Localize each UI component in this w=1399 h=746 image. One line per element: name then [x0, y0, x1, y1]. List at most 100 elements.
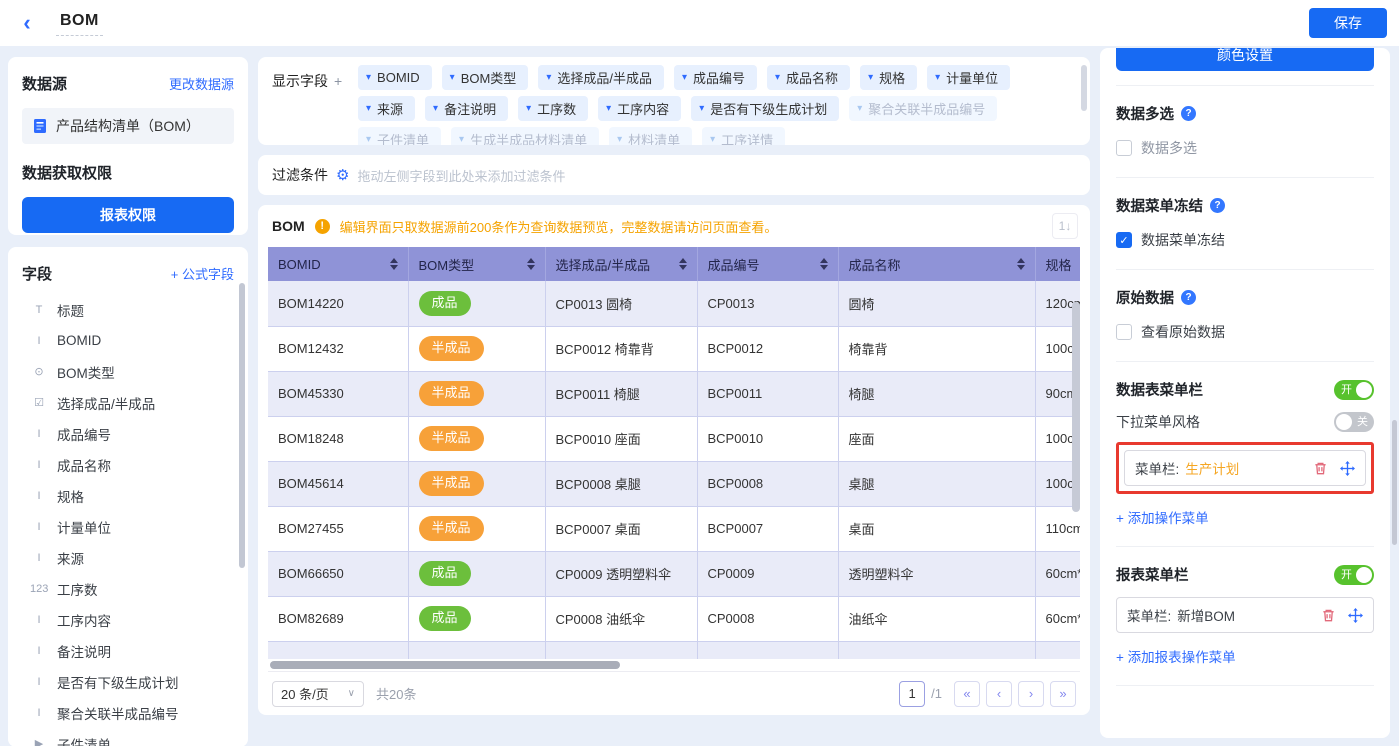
column-header-code[interactable]: 成品编号 [697, 247, 838, 281]
field-item[interactable]: I 成品编号 [22, 418, 234, 449]
field-item[interactable]: T 标题 [22, 294, 234, 325]
menu-item-value[interactable]: 生产计划 [1185, 458, 1239, 478]
field-item[interactable]: ☑ 选择成品/半成品 [22, 387, 234, 418]
page-title[interactable]: BOM [60, 12, 99, 29]
display-field-chip[interactable]: ▾ 材料清单 [609, 127, 692, 145]
column-header-bomid[interactable]: BOMID [268, 247, 408, 281]
trash-icon[interactable] [1321, 608, 1336, 623]
field-item[interactable]: I 计量单位 [22, 511, 234, 542]
field-label: 选择成品/半成品 [57, 393, 155, 413]
field-item[interactable]: I 工序内容 [22, 604, 234, 635]
table-row[interactable]: BOM27455 半成品 BCP0007 桌面 BCP0007 桌面 110cm… [268, 506, 1080, 551]
sort-order-button[interactable]: 1↓ [1052, 213, 1078, 239]
field-item[interactable]: I 成品名称 [22, 449, 234, 480]
display-field-chip[interactable]: ▾ 生成半成品材料清单 [451, 127, 599, 145]
datasource-item[interactable]: 产品结构清单（BOM） [22, 108, 234, 144]
multi-select-checkbox[interactable] [1116, 140, 1132, 156]
table-row[interactable]: BOM14220 成品 CP0013 圆椅 CP0013 圆椅 120cm* [268, 281, 1080, 326]
trash-icon[interactable] [1313, 461, 1328, 476]
fields-scrollbar[interactable] [239, 283, 245, 568]
field-item[interactable]: I 来源 [22, 542, 234, 573]
help-icon[interactable]: ? [1210, 198, 1225, 213]
gear-icon[interactable]: ⚙ [336, 166, 349, 184]
column-header-bomtype[interactable]: BOM类型 [408, 247, 545, 281]
display-field-chip[interactable]: ▾ 工序内容 [598, 96, 681, 121]
report-menu-toggle[interactable]: 开 [1334, 565, 1374, 585]
menu-item-value[interactable]: 新增BOM [1177, 605, 1235, 625]
field-type-icon: I [30, 614, 48, 626]
dropdown-style-toggle[interactable]: 关 [1334, 412, 1374, 432]
settings-scrollbar[interactable] [1392, 420, 1397, 545]
move-icon[interactable] [1340, 461, 1355, 476]
add-formula-field-link[interactable]: + 公式字段 [171, 264, 234, 283]
page-size-select[interactable]: 20 条/页 ∨ [272, 681, 364, 707]
field-item[interactable]: ⊙ BOM类型 [22, 356, 234, 387]
display-field-chip[interactable]: ▾ 选择成品/半成品 [538, 65, 664, 90]
sort-icon[interactable] [820, 258, 828, 270]
bom-table: BOMID BOM类型 选择成品/半成品 成品编号 成品名称 规格 BOM142… [268, 247, 1080, 659]
next-page-button[interactable]: › [1018, 681, 1044, 707]
column-header-name[interactable]: 成品名称 [838, 247, 1035, 281]
previous-page-button[interactable]: ‹ [986, 681, 1012, 707]
display-field-chip[interactable]: ▾ 成品编号 [674, 65, 757, 90]
report-permission-button[interactable]: 报表权限 [22, 197, 234, 233]
field-item[interactable]: I 聚合关联半成品编号 [22, 697, 234, 728]
table-menu-toggle[interactable]: 开 [1334, 380, 1374, 400]
cell-spec: 110cm* [1035, 506, 1080, 551]
scrollbar-thumb[interactable] [270, 661, 620, 669]
help-icon[interactable]: ? [1181, 106, 1196, 121]
display-field-chip[interactable]: ▾ 来源 [358, 96, 415, 121]
display-field-chip[interactable]: ▾ 工序数 [518, 96, 588, 121]
table-vertical-scrollbar[interactable] [1072, 302, 1080, 512]
add-report-action-menu-link[interactable]: + 添加报表操作菜单 [1116, 646, 1374, 666]
display-field-chip[interactable]: ▾ 备注说明 [425, 96, 508, 121]
field-item[interactable]: ▶ 子件清单 [22, 728, 234, 746]
first-page-button[interactable]: « [954, 681, 980, 707]
field-item[interactable]: I 备注说明 [22, 635, 234, 666]
color-settings-button[interactable]: 颜色设置 [1116, 48, 1374, 71]
display-field-chip[interactable]: ▾ 是否有下级生成计划 [691, 96, 839, 121]
table-row[interactable]: BOM45614 半成品 BCP0008 桌腿 BCP0008 桌腿 100cm… [268, 461, 1080, 506]
sort-icon[interactable] [390, 258, 398, 270]
field-item[interactable]: 123 工序数 [22, 573, 234, 604]
report-menu-item[interactable]: 菜单栏: 新增BOM [1116, 597, 1374, 633]
raw-data-checkbox[interactable] [1116, 324, 1132, 340]
display-field-chip[interactable]: ▾ 计量单位 [927, 65, 1010, 90]
page-number-input[interactable]: 1 [899, 681, 925, 707]
display-field-chip[interactable]: ▾ BOMID [358, 65, 432, 90]
table-menu-item[interactable]: 菜单栏: 生产计划 [1124, 450, 1366, 486]
table-row[interactable]: BOM18248 半成品 BCP0010 座面 BCP0010 座面 100cm… [268, 416, 1080, 461]
column-header-spec[interactable]: 规格 [1035, 247, 1080, 281]
save-button[interactable]: 保存 [1309, 8, 1387, 38]
display-field-chip[interactable]: ▾ 工序详情 [702, 127, 785, 145]
display-field-chip[interactable]: ▾ BOM类型 [442, 65, 529, 90]
add-display-field-button[interactable]: + [334, 73, 342, 89]
display-field-chip[interactable]: ▾ 子件清单 [358, 127, 441, 145]
move-icon[interactable] [1348, 608, 1363, 623]
add-action-menu-link[interactable]: + 添加操作菜单 [1116, 507, 1374, 527]
table-row[interactable]: BOM12432 半成品 BCP0012 椅靠背 BCP0012 椅靠背 100… [268, 326, 1080, 371]
table-horizontal-scrollbar[interactable] [268, 659, 1080, 671]
column-header-select[interactable]: 选择成品/半成品 [545, 247, 697, 281]
field-type-icon: I [30, 645, 48, 657]
menu-freeze-checkbox[interactable]: ✓ [1116, 232, 1132, 248]
display-fields-scrollbar[interactable] [1081, 65, 1087, 111]
field-item[interactable]: I BOMID [22, 325, 234, 356]
sort-icon[interactable] [527, 258, 535, 270]
last-page-button[interactable]: » [1050, 681, 1076, 707]
sort-icon[interactable] [679, 258, 687, 270]
display-field-chip[interactable]: ▾ 聚合关联半成品编号 [849, 96, 997, 121]
field-item[interactable]: I 是否有下级生成计划 [22, 666, 234, 697]
display-field-chip[interactable]: ▾ 成品名称 [767, 65, 850, 90]
table-row[interactable]: BOM66650 成品 CP0009 透明塑料伞 CP0009 透明塑料伞 60… [268, 551, 1080, 596]
table-row[interactable]: BOM45330 半成品 BCP0011 椅腿 BCP0011 椅腿 90cm*… [268, 371, 1080, 416]
field-item[interactable]: I 规格 [22, 480, 234, 511]
help-icon[interactable]: ? [1181, 290, 1196, 305]
display-field-chip[interactable]: ▾ 规格 [860, 65, 917, 90]
chevron-down-icon: ▾ [433, 103, 438, 114]
change-datasource-link[interactable]: 更改数据源 [169, 74, 234, 93]
table-row[interactable]: BOM82689 成品 CP0008 油纸伞 CP0008 油纸伞 60cm*6 [268, 596, 1080, 641]
field-label: 规格 [57, 486, 84, 506]
back-icon[interactable]: ‹ [12, 12, 42, 34]
sort-icon[interactable] [1017, 258, 1025, 270]
